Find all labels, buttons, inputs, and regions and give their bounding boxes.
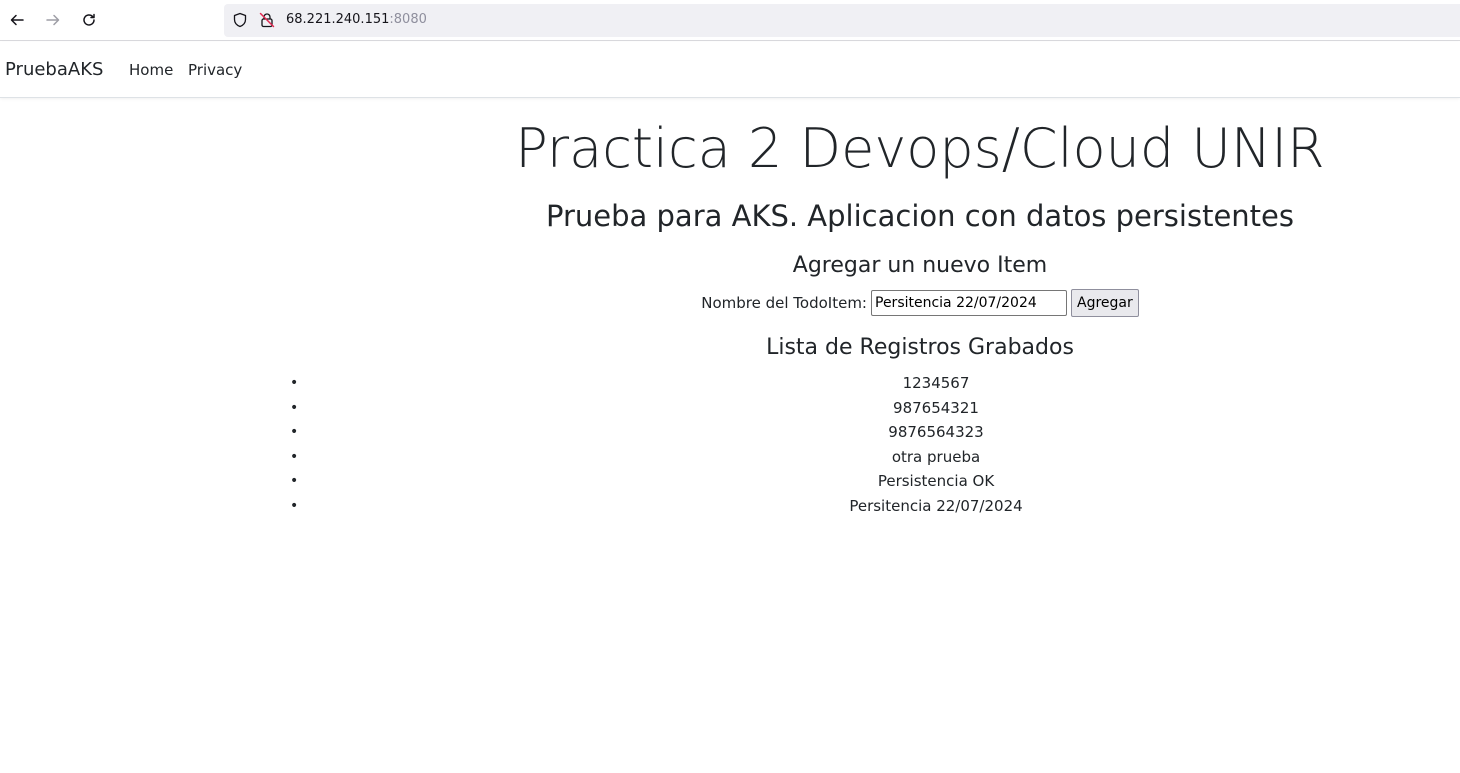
bullet-icon: • <box>290 497 299 514</box>
records-list: • 1234567 • 987654321 • 9876564323 • otra pr… <box>290 371 1460 519</box>
page-title: Practica 2 Devops/Cloud UNIR <box>515 117 1325 180</box>
page-subtitle: Prueba para AKS. Aplicacion con datos pe… <box>546 199 1294 233</box>
list-item: • Persistencia OK <box>290 469 1460 494</box>
url-host: 68.221.240.151 <box>286 12 390 27</box>
record-text: Persistencia OK <box>877 472 995 491</box>
nav-link-home[interactable]: Home <box>129 60 173 80</box>
record-text: 1234567 <box>902 374 970 392</box>
url-port: :8080 <box>389 12 427 27</box>
brand-link[interactable]: PruebaAKS <box>5 58 103 82</box>
url-text[interactable]: 68.221.240.151:8080 <box>286 12 427 28</box>
record-text: Persitencia 22/07/2024 <box>849 496 1023 515</box>
record-text: otra prueba <box>891 447 981 466</box>
bullet-icon: • <box>290 448 299 465</box>
forward-arrow-icon[interactable] <box>42 8 64 32</box>
bullet-icon: • <box>290 424 299 441</box>
bullet-icon: • <box>290 473 299 490</box>
list-item: • 9876564323 <box>290 420 1460 445</box>
nav-link-privacy[interactable]: Privacy <box>188 60 242 80</box>
bullet-icon: • <box>290 375 299 391</box>
back-arrow-icon[interactable] <box>6 8 28 32</box>
shield-icon[interactable] <box>232 12 248 28</box>
record-text: 987654321 <box>893 398 979 417</box>
browser-toolbar: 68.221.240.151:8080 <box>0 0 1460 41</box>
add-item-form: Nombre del TodoItem: Agregar <box>300 288 1460 318</box>
records-heading: Lista de Registros Grabados <box>766 335 1074 360</box>
todo-name-label: Nombre del TodoItem: <box>701 294 867 312</box>
reload-icon[interactable] <box>78 8 100 32</box>
list-item: • 987654321 <box>290 396 1460 421</box>
url-bar[interactable]: 68.221.240.151:8080 <box>224 4 1460 37</box>
todo-name-input[interactable] <box>871 290 1067 316</box>
list-item: • otra prueba <box>290 445 1460 470</box>
insecure-lock-icon[interactable] <box>259 12 275 28</box>
list-item: • 1234567 <box>290 371 1460 396</box>
site-navbar: PruebaAKS Home Privacy <box>0 42 1460 98</box>
add-button[interactable]: Agregar <box>1071 289 1139 317</box>
record-text: 9876564323 <box>888 423 984 442</box>
bullet-icon: • <box>290 399 299 416</box>
list-item: • Persitencia 22/07/2024 <box>290 494 1460 519</box>
add-item-heading: Agregar un nuevo Item <box>792 253 1048 278</box>
